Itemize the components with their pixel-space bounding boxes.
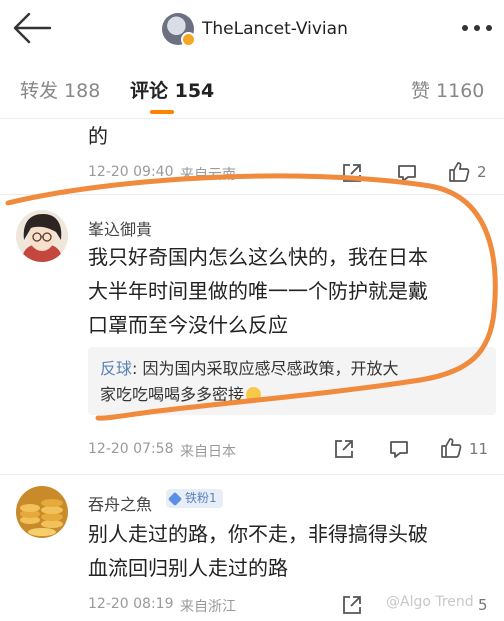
comment-username[interactable]: 峯込御貴 — [88, 216, 152, 240]
comment-text-line: 血流回归别人走过的路 — [88, 556, 288, 580]
reply-username[interactable]: 反球 — [100, 359, 132, 378]
comment-icon[interactable] — [388, 438, 410, 460]
comment-source: 来自云南 — [180, 167, 236, 183]
page-title: TheLancet-Vivian — [202, 19, 348, 39]
like-count: 5 — [478, 596, 488, 614]
divider — [0, 474, 504, 475]
comment-text-line: 别人走过的路，你不走，非得搞得头破 — [88, 522, 428, 546]
comment-date: 12-20 07:58 — [88, 441, 174, 457]
tab-comments[interactable]: 评论 154 — [130, 76, 214, 103]
avatar[interactable] — [162, 13, 196, 47]
divider — [0, 194, 504, 195]
comment-date: 12-20 08:19 — [88, 596, 174, 612]
comment-icon[interactable] — [396, 162, 418, 184]
divider — [0, 118, 504, 119]
comment-text: 别人走过的路，你不走，非得搞得头破 血流回归别人走过的路 — [88, 517, 488, 585]
reply-text: 家吃吃喝喝多多密接 — [100, 385, 245, 404]
reply-preview[interactable]: 反球: 因为国内采取应感尽感政策，开放大 家吃吃喝喝多多密接 — [88, 347, 496, 415]
comment-text-line: 口罩而至今没什么反应 — [88, 313, 288, 337]
reply-text: : 因为国内采取应感尽感政策，开放大 — [132, 359, 399, 378]
like-count: 2 — [477, 163, 487, 181]
share-icon[interactable] — [341, 594, 363, 616]
share-icon[interactable] — [333, 438, 355, 460]
like-icon[interactable] — [439, 436, 463, 460]
tab-bar: 转发 188 评论 154 赞 1160 — [0, 58, 504, 118]
tab-reposts[interactable]: 转发 188 — [20, 76, 100, 103]
comment-text-line: 我只好奇国内怎么这么快的，我在日本 — [88, 245, 428, 269]
fan-badge-label: 铁粉1 — [185, 491, 217, 505]
comment-text: 的 — [88, 124, 108, 148]
reply-line: 家吃吃喝喝多多密接 — [100, 382, 488, 408]
reply-line: 反球: 因为国内采取应感尽感政策，开放大 — [100, 356, 488, 382]
tab-active-indicator — [150, 110, 174, 114]
comment-text: 我只好奇国内怎么这么快的，我在日本 大半年时间里做的唯一一个防护就是戴 口罩而至… — [88, 240, 488, 342]
watermark: @Algo Trend — [386, 594, 474, 610]
share-icon[interactable] — [341, 162, 363, 184]
comment-source: 来自日本 — [180, 444, 236, 460]
like-icon[interactable] — [447, 160, 471, 184]
top-bar: TheLancet-Vivian — [0, 0, 504, 58]
comment-text-line: 大半年时间里做的唯一一个防护就是戴 — [88, 279, 428, 303]
avatar[interactable] — [16, 210, 68, 262]
avatar[interactable] — [16, 486, 68, 538]
more-options-icon[interactable] — [462, 18, 492, 38]
header-user[interactable]: TheLancet-Vivian — [162, 12, 348, 47]
fan-badge: 铁粉1 — [166, 489, 223, 508]
back-arrow-icon[interactable] — [12, 11, 52, 45]
like-count: 11 — [469, 440, 489, 458]
comment-username[interactable]: 吞舟之魚 — [88, 491, 152, 515]
comment-date: 12-20 09:40 — [88, 164, 174, 180]
diamond-icon — [167, 491, 183, 506]
emoji-icon — [246, 387, 262, 402]
comment-source: 来自浙江 — [180, 599, 236, 615]
tab-likes[interactable]: 赞 1160 — [411, 76, 484, 103]
